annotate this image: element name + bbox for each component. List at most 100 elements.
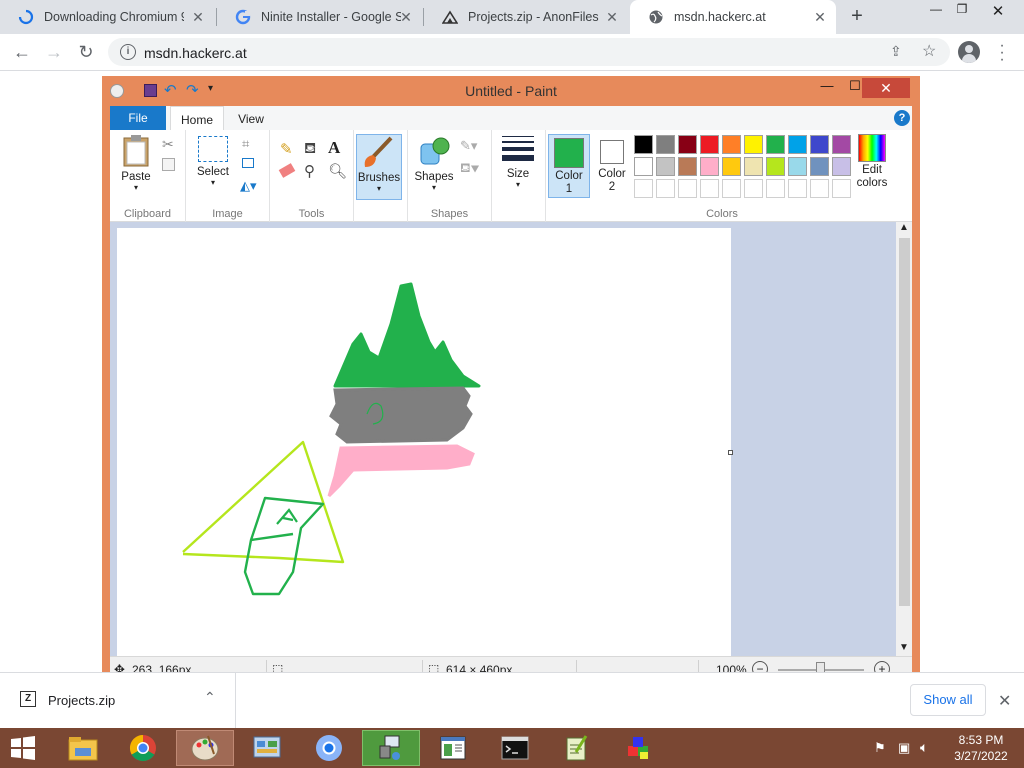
palette-swatch[interactable] (722, 179, 741, 198)
edit-colors-button[interactable]: Edit colors (852, 134, 892, 190)
palette-swatch[interactable] (832, 135, 851, 154)
color-picker-icon[interactable]: ⚲ (304, 162, 315, 180)
taskbar-paint[interactable] (176, 730, 234, 766)
canvas-resize-handle[interactable] (728, 450, 733, 455)
brushes-button[interactable]: Brushes ▾ (356, 134, 402, 200)
minimize-window-button[interactable]: — (924, 2, 948, 20)
taskbar-control-panel[interactable] (238, 730, 296, 766)
crop-icon[interactable]: ⌗ (242, 136, 249, 152)
bookmark-star-icon[interactable]: ☆ (922, 41, 936, 61)
scrollbar-thumb[interactable] (899, 238, 910, 606)
forward-button[interactable]: → (42, 41, 66, 65)
palette-swatch[interactable] (700, 157, 719, 176)
close-tab-icon[interactable]: ✕ (604, 9, 620, 25)
close-tab-icon[interactable]: ✕ (812, 9, 828, 25)
palette-swatch[interactable] (656, 179, 675, 198)
taskbar-chromium[interactable] (300, 730, 358, 766)
color2-button[interactable]: Color 2 (594, 134, 630, 198)
taskbar-chrome[interactable] (114, 730, 172, 766)
back-button[interactable]: ← (10, 41, 34, 65)
action-center-flag-icon[interactable]: ⚑ (874, 740, 886, 756)
palette-swatch[interactable] (634, 157, 653, 176)
share-icon[interactable]: ⇪ (890, 43, 902, 60)
text-icon[interactable]: A (328, 138, 340, 158)
palette-swatch[interactable] (766, 179, 785, 198)
paint-close-button[interactable]: ✕ (862, 78, 910, 98)
select-button[interactable]: Select ▾ (192, 136, 234, 187)
palette-swatch[interactable] (744, 135, 763, 154)
paint-minimize-button[interactable]: — (818, 78, 836, 98)
palette-swatch[interactable] (766, 135, 785, 154)
volume-muted-icon[interactable]: 🔈︎ (920, 739, 928, 756)
network-status-icon[interactable]: ▣ (898, 740, 910, 756)
new-tab-button[interactable]: + (846, 6, 868, 28)
help-icon[interactable]: ? (894, 110, 910, 126)
palette-swatch[interactable] (788, 179, 807, 198)
scroll-up-icon[interactable]: ▲ (896, 222, 912, 236)
palette-swatch[interactable] (722, 135, 741, 154)
palette-swatch[interactable] (678, 179, 697, 198)
palette-swatch[interactable] (788, 157, 807, 176)
palette-swatch[interactable] (744, 179, 763, 198)
close-download-shelf-icon[interactable]: ✕ (998, 691, 1011, 711)
drawing-canvas[interactable] (117, 228, 731, 656)
resize-icon[interactable] (242, 158, 254, 168)
fill-bucket-icon[interactable]: ⛾ (304, 140, 316, 159)
palette-swatch[interactable] (810, 179, 829, 198)
close-tab-icon[interactable]: ✕ (190, 9, 206, 25)
taskbar-command-prompt[interactable] (486, 730, 544, 766)
shapes-button[interactable]: Shapes ▾ (412, 134, 456, 192)
palette-swatch[interactable] (832, 157, 851, 176)
paste-button[interactable]: Paste ▾ (116, 134, 156, 192)
taskbar-clock[interactable]: 8:53 PM 3/27/2022 (946, 732, 1016, 764)
tab-downloading-chromium[interactable]: Downloading Chromium 9 ✕ (0, 0, 214, 34)
palette-swatch[interactable] (700, 135, 719, 154)
copy-icon[interactable] (162, 158, 175, 171)
close-tab-icon[interactable]: ✕ (398, 9, 414, 25)
site-info-icon[interactable]: i (120, 44, 136, 60)
color1-button[interactable]: Color 1 (548, 134, 590, 198)
palette-swatch[interactable] (634, 135, 653, 154)
profile-avatar-icon[interactable] (958, 41, 980, 63)
size-button[interactable]: Size ▾ (498, 136, 538, 189)
fill-icon[interactable]: ⛾▾ (460, 160, 479, 178)
taskbar-network-app[interactable] (362, 730, 420, 766)
show-all-button[interactable]: Show all (910, 684, 986, 716)
download-options-chevron-icon[interactable]: ⌃ (204, 689, 216, 706)
palette-swatch[interactable] (766, 157, 785, 176)
reload-button[interactable]: ↻ (74, 41, 98, 65)
address-bar[interactable]: i msdn.hackerc.at ⇪ ☆ (108, 38, 950, 66)
taskbar-file-explorer[interactable] (54, 730, 112, 766)
restore-window-button[interactable]: ❐ (950, 2, 974, 20)
close-window-button[interactable]: ✕ (986, 2, 1010, 20)
palette-swatch[interactable] (832, 179, 851, 198)
pencil-icon[interactable]: ✎ (280, 140, 293, 158)
palette-swatch[interactable] (744, 157, 763, 176)
palette-swatch[interactable] (656, 135, 675, 154)
tab-projects-anonfiles[interactable]: Projects.zip - AnonFiles ✕ (424, 0, 628, 34)
palette-swatch[interactable] (634, 179, 653, 198)
cut-icon[interactable]: ✂ (162, 136, 174, 153)
palette-swatch[interactable] (656, 157, 675, 176)
tab-msdn-hackercat[interactable]: msdn.hackerc.at ✕ (630, 0, 836, 34)
browser-menu-icon[interactable]: · · · (994, 38, 1010, 68)
palette-swatch[interactable] (678, 135, 697, 154)
outline-icon[interactable]: ✎▾ (460, 138, 477, 154)
palette-swatch[interactable] (700, 179, 719, 198)
palette-swatch[interactable] (810, 157, 829, 176)
tab-ninite-installer[interactable]: Ninite Installer - Google Se ✕ (217, 0, 422, 34)
vertical-scrollbar[interactable]: ▲ ▼ (896, 222, 912, 656)
taskbar-notepad-plus[interactable] (548, 730, 606, 766)
scroll-down-icon[interactable]: ▼ (896, 642, 912, 656)
tab-home[interactable]: Home (170, 106, 224, 130)
start-button[interactable] (8, 734, 38, 762)
taskbar-cube-app[interactable] (610, 730, 668, 766)
eraser-icon[interactable] (278, 163, 296, 178)
tab-file[interactable]: File (110, 106, 166, 130)
rotate-icon[interactable]: ◭▾ (240, 178, 257, 194)
palette-swatch[interactable] (678, 157, 697, 176)
download-item[interactable]: Z Projects.zip ⌃ (0, 673, 236, 729)
tab-view[interactable]: View (226, 106, 276, 130)
taskbar-document-viewer[interactable] (424, 730, 482, 766)
palette-swatch[interactable] (810, 135, 829, 154)
